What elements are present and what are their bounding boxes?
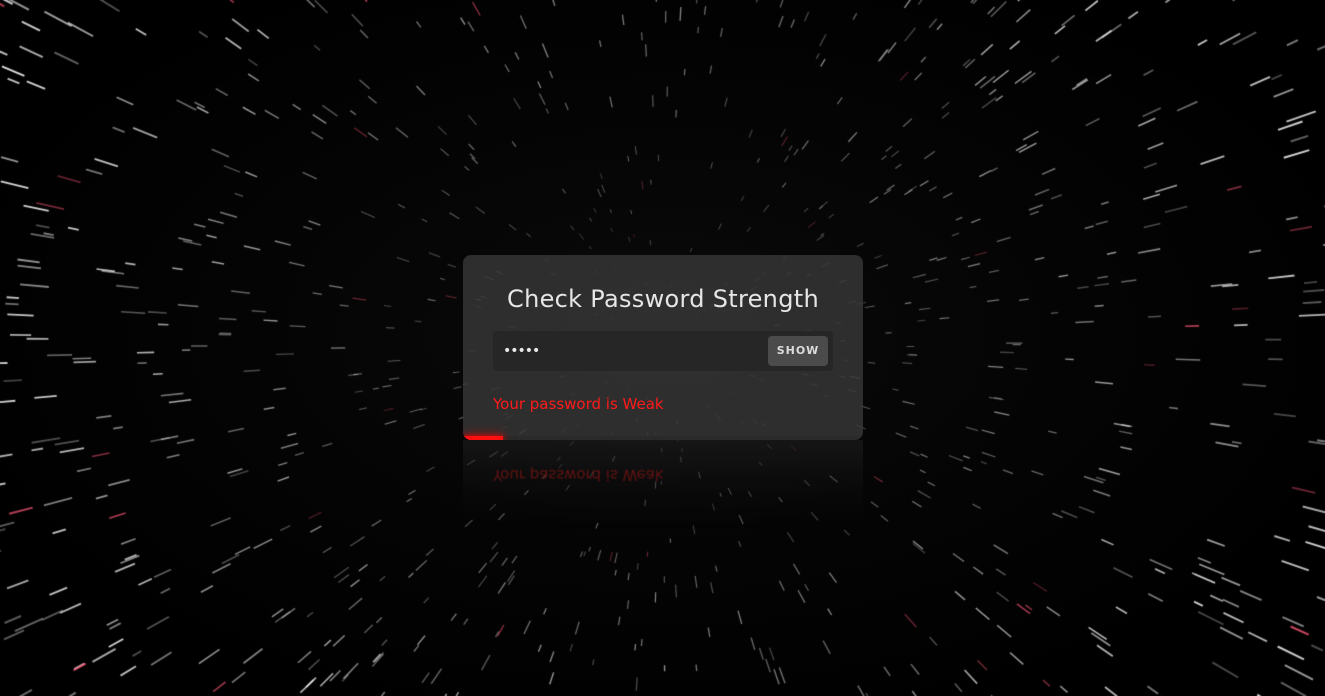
strength-status-text: Your password is Weak [493, 395, 664, 413]
card-reflection: Your password is Weak [463, 440, 863, 530]
password-strength-card: Check Password Strength ••••• SHOW Your … [463, 255, 863, 440]
page-background: Check Password Strength ••••• SHOW Your … [0, 0, 1325, 696]
reflection-status-text: Your password is Weak [493, 466, 664, 484]
password-input[interactable]: ••••• [503, 331, 540, 371]
page-title: Check Password Strength [507, 285, 819, 313]
password-field-wrapper: ••••• SHOW [493, 331, 833, 371]
show-password-button[interactable]: SHOW [768, 336, 828, 366]
